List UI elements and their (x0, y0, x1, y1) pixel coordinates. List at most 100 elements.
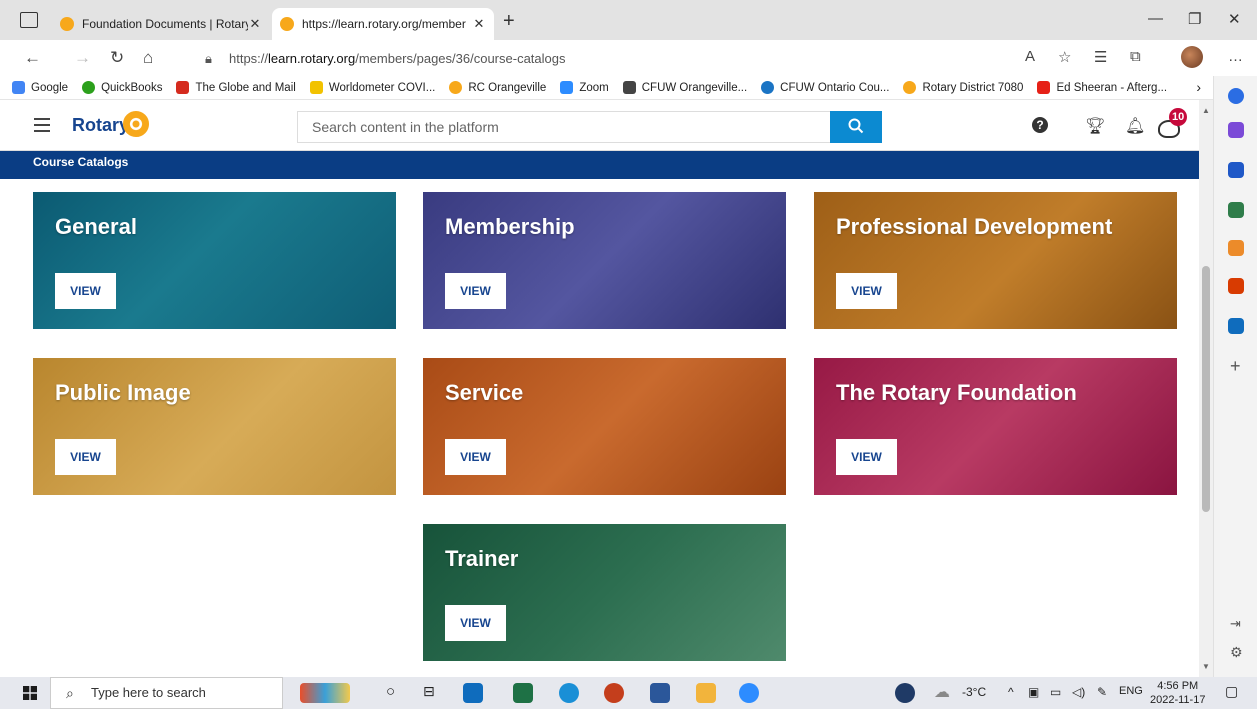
search-icon[interactable] (1228, 88, 1244, 104)
trophy-icon[interactable]: 🏆︎ (1085, 116, 1105, 136)
catalog-card-service[interactable]: Service VIEW (423, 358, 786, 495)
bell-icon[interactable]: 🔔︎ (1125, 116, 1145, 136)
scrollbar-thumb[interactable] (1202, 266, 1210, 512)
view-button[interactable]: VIEW (55, 273, 116, 309)
settings-icon[interactable]: ⚙ (1230, 644, 1243, 661)
office-icon[interactable] (1228, 278, 1244, 294)
word-app-icon[interactable] (650, 683, 670, 703)
volume-icon[interactable]: ◁) (1072, 685, 1085, 699)
back-icon[interactable]: ← (24, 48, 41, 68)
system-clock[interactable]: 4:56 PM 2022-11-17 (1150, 679, 1205, 707)
forward-icon[interactable]: → (74, 48, 91, 68)
collections-icon[interactable]: ⧉ (1130, 48, 1141, 65)
windows-start-icon[interactable] (23, 686, 37, 700)
battery-icon[interactable]: ▭ (1050, 685, 1061, 699)
powerpoint-app-icon[interactable] (604, 683, 624, 703)
minimize-icon[interactable]: — (1148, 10, 1163, 27)
tab-foundation-documents[interactable]: Foundation Documents | Rotary ✕ (52, 8, 270, 40)
task-view-icon[interactable]: ⊟ (423, 683, 435, 700)
tab-actions-icon[interactable] (20, 12, 38, 28)
taskbar-search-input[interactable]: ⌕ Type here to search (50, 677, 283, 709)
bookmark-quickbooks[interactable]: QuickBooks (82, 81, 162, 94)
view-button[interactable]: VIEW (445, 439, 506, 475)
tag-icon[interactable] (1228, 162, 1244, 178)
cfuw-icon (622, 81, 636, 94)
bookmark-rc-orangeville[interactable]: RC Orangeville (449, 81, 546, 94)
bookmark-cfuw-ontario[interactable]: CFUW Ontario Cou... (761, 81, 889, 94)
help-app-icon[interactable] (895, 683, 915, 703)
worldometer-icon (309, 81, 323, 94)
google-icon (12, 81, 25, 94)
network-icon[interactable]: ▣ (1028, 685, 1039, 699)
menu-icon[interactable] (34, 118, 50, 132)
close-tab-icon[interactable]: ✕ (248, 16, 262, 32)
bookmark-rotary-district[interactable]: Rotary District 7080 (903, 81, 1023, 94)
notifications-icon[interactable]: ▢ (1225, 683, 1238, 700)
temperature[interactable]: -3°C (962, 685, 986, 699)
toolbox-icon[interactable] (1228, 202, 1244, 218)
scroll-up-icon[interactable]: ▲ (1202, 106, 1210, 115)
maple-leaf-icon (176, 81, 190, 94)
help-icon[interactable]: ? (1032, 117, 1048, 133)
close-window-icon[interactable]: ✕ (1228, 10, 1241, 28)
tray-chevron-up-icon[interactable]: ^ (1008, 685, 1014, 699)
rotary-favicon-icon (60, 17, 74, 31)
view-button[interactable]: VIEW (55, 439, 116, 475)
catalog-card-general[interactable]: General VIEW (33, 192, 396, 329)
tab-learn-rotary[interactable]: https://learn.rotary.org/member ✕ (272, 8, 494, 40)
url-field[interactable]: 🔒︎ https://learn.rotary.org/members/page… (205, 47, 995, 71)
zoom-app-icon[interactable] (739, 683, 759, 703)
edge-app-icon[interactable] (559, 683, 579, 703)
rotary-icon (449, 81, 463, 94)
cortana-icon[interactable]: ○ (386, 683, 395, 700)
more-options-icon[interactable]: … (1228, 48, 1243, 65)
home-icon[interactable]: ⌂ (143, 48, 153, 68)
edge-sidebar: + ⇥ ⚙ (1213, 76, 1257, 677)
view-button[interactable]: VIEW (836, 273, 897, 309)
view-button[interactable]: VIEW (836, 439, 897, 475)
pen-icon[interactable]: ✎ (1097, 685, 1107, 699)
search-input[interactable]: Search content in the platform (297, 111, 831, 143)
bookmark-label: Google (31, 81, 69, 94)
windows-taskbar: ⌕ Type here to search ○ ⊟ ☁ -3°C ^ ▣ ▭ ◁… (0, 677, 1257, 709)
restore-icon[interactable]: ❐ (1188, 10, 1201, 28)
catalog-card-trainer[interactable]: Trainer VIEW (423, 524, 786, 661)
bookmark-label: RC Orangeville (468, 81, 547, 94)
search-button[interactable] (830, 111, 882, 143)
bookmark-globe-and-mail[interactable]: The Globe and Mail (176, 81, 296, 94)
outlook-app-icon[interactable] (463, 683, 483, 703)
bookmark-cfuw-orangeville[interactable]: CFUW Orangeville... (622, 81, 747, 94)
clock-date: 2022-11-17 (1150, 694, 1206, 706)
refresh-icon[interactable]: ↻ (110, 48, 124, 68)
catalog-card-membership[interactable]: Membership VIEW (423, 192, 786, 329)
favorite-star-icon[interactable]: ☆ (1058, 48, 1071, 66)
url-prefix: https:// (229, 51, 269, 66)
scroll-down-icon[interactable]: ▼ (1202, 662, 1210, 671)
catalog-card-rotary-foundation[interactable]: The Rotary Foundation VIEW (814, 358, 1177, 495)
weather-cloud-icon[interactable]: ☁ (934, 682, 950, 702)
add-icon[interactable]: + (1230, 356, 1241, 377)
language-indicator[interactable]: ENG (1119, 685, 1143, 697)
outlook-icon[interactable] (1228, 318, 1244, 334)
excel-app-icon[interactable] (513, 683, 533, 703)
rotary-logo-text[interactable]: Rotary (72, 115, 129, 136)
bookmark-ed-sheeran[interactable]: Ed Sheeran - Afterg... (1037, 81, 1167, 94)
catalog-card-professional-development[interactable]: Professional Development VIEW (814, 192, 1177, 329)
catalog-card-public-image[interactable]: Public Image VIEW (33, 358, 396, 495)
sidebar-toggle-icon[interactable]: ⇥ (1230, 616, 1241, 632)
favorites-list-icon[interactable]: ☰ (1094, 48, 1107, 66)
bookmark-google[interactable]: Google (12, 81, 68, 94)
chevron-right-icon[interactable]: › (1196, 79, 1201, 95)
read-aloud-icon[interactable]: A (1025, 48, 1035, 65)
new-tab-button[interactable]: + (503, 10, 515, 33)
profile-avatar[interactable] (1181, 46, 1203, 68)
discover-icon[interactable] (1228, 122, 1244, 138)
view-button[interactable]: VIEW (445, 605, 506, 641)
games-icon[interactable] (1228, 240, 1244, 256)
file-explorer-icon[interactable] (696, 683, 716, 703)
close-tab-icon[interactable]: ✕ (472, 16, 486, 32)
bookmark-worldometer[interactable]: Worldometer COVI... (309, 81, 435, 94)
bookmark-zoom[interactable]: Zoom (560, 81, 609, 94)
view-button[interactable]: VIEW (445, 273, 506, 309)
news-widget-icon[interactable] (300, 683, 350, 703)
